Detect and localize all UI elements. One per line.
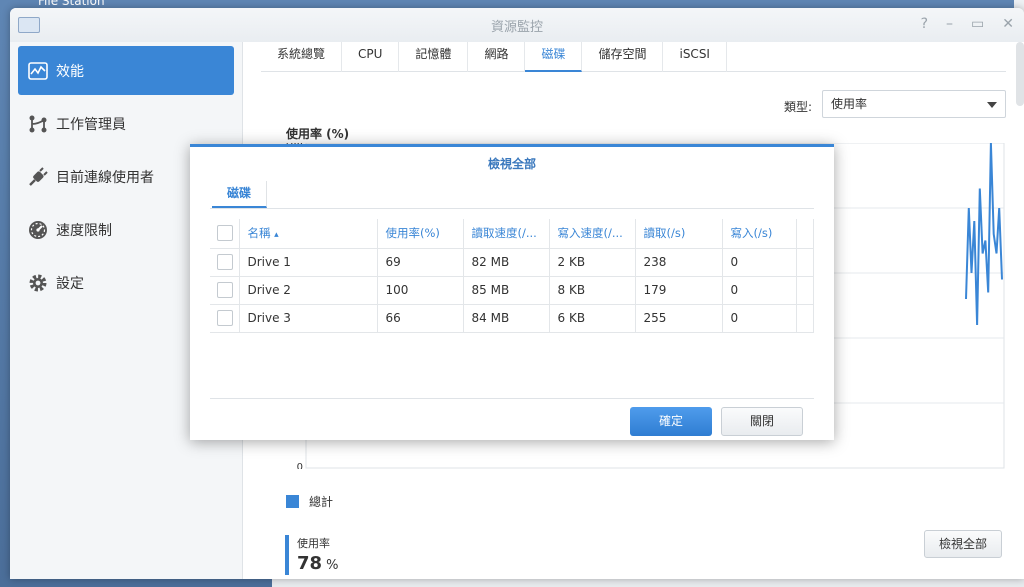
tab-cpu[interactable]: CPU xyxy=(342,42,400,72)
row-checkbox[interactable] xyxy=(217,310,233,326)
close-icon[interactable]: ✕ xyxy=(1002,16,1014,32)
cell-usage: 69 xyxy=(377,248,464,277)
cell-read-speed: 85 MB xyxy=(463,276,550,305)
resource-monitor-app-icon xyxy=(18,17,40,33)
view-all-dialog: 檢視全部 磁碟 名稱 ▴ 使用率(%) 讀取速度(/... 寫入速度(/... … xyxy=(190,144,834,440)
chevron-down-icon xyxy=(987,102,997,108)
cell-name: Drive 2 xyxy=(239,276,378,305)
dialog-title: 檢視全部 xyxy=(487,157,536,171)
cell-write-speed: 6 KB xyxy=(549,304,636,333)
chart-legend: 總計 xyxy=(286,493,333,510)
gear-icon xyxy=(28,273,48,293)
sidebar-item-task-manager[interactable]: 工作管理員 xyxy=(18,99,234,148)
cell-name: Drive 1 xyxy=(239,248,378,277)
table-header-row: 名稱 ▴ 使用率(%) 讀取速度(/... 寫入速度(/... 讀取(/s) 寫… xyxy=(210,219,814,249)
cell-usage: 100 xyxy=(377,276,464,305)
speedometer-icon xyxy=(28,220,48,240)
column-header-spacer xyxy=(796,219,814,249)
view-all-button[interactable]: 檢視全部 xyxy=(924,530,1002,558)
window-title: 資源監控 xyxy=(490,19,543,35)
select-all-checkbox[interactable] xyxy=(217,225,233,242)
dialog-tab-disk[interactable]: 磁碟 xyxy=(212,181,268,208)
table-row[interactable]: Drive 3 66 84 MB 6 KB 255 0 xyxy=(210,304,814,333)
column-header-write-speed[interactable]: 寫入速度(/... xyxy=(549,219,636,249)
cell-writes: 0 xyxy=(722,304,797,333)
sidebar-item-label: 工作管理員 xyxy=(56,116,126,133)
row-checkbox[interactable] xyxy=(217,282,233,298)
cell-writes: 0 xyxy=(722,276,797,305)
maximize-icon[interactable]: ▭ xyxy=(971,16,984,32)
close-button[interactable]: 關閉 xyxy=(721,407,803,436)
plug-icon xyxy=(28,166,48,187)
scrollbar[interactable] xyxy=(1016,42,1024,106)
cell-reads: 179 xyxy=(635,276,723,305)
background-bottom-bar xyxy=(272,578,1024,587)
cell-read-speed: 82 MB xyxy=(463,248,550,277)
sort-ascending-icon: ▴ xyxy=(274,230,279,241)
tab-overview[interactable]: 系統總覽 xyxy=(261,42,343,72)
disk-table: 名稱 ▴ 使用率(%) 讀取速度(/... 寫入速度(/... 讀取(/s) 寫… xyxy=(210,219,814,333)
tab-memory[interactable]: 記憶體 xyxy=(399,42,469,72)
legend-label: 總計 xyxy=(309,495,334,509)
cell-reads: 238 xyxy=(635,248,723,277)
task-manager-icon xyxy=(28,114,48,134)
usage-summary: 使用率 78% xyxy=(285,535,338,575)
tab-bar: 系統總覽 CPU 記憶體 網路 磁碟 儲存空間 iSCSI xyxy=(261,42,1006,72)
usage-label: 使用率 xyxy=(297,537,330,550)
type-label: 類型: xyxy=(784,100,813,114)
sidebar-item-label: 效能 xyxy=(56,63,84,80)
column-header-reads[interactable]: 讀取(/s) xyxy=(635,219,723,249)
sidebar-item-label: 設定 xyxy=(56,275,84,292)
background-app-title: File Station xyxy=(38,0,105,8)
column-header-name[interactable]: 名稱 ▴ xyxy=(239,219,378,249)
usage-unit: % xyxy=(326,558,339,573)
minimize-icon[interactable]: – xyxy=(946,16,953,32)
column-header-usage[interactable]: 使用率(%) xyxy=(377,219,464,249)
divider xyxy=(210,398,814,399)
cell-usage: 66 xyxy=(377,304,464,333)
divider xyxy=(210,208,814,209)
cell-write-speed: 2 KB xyxy=(549,248,636,277)
tab-iscsi[interactable]: iSCSI xyxy=(663,42,727,72)
tab-disk[interactable]: 磁碟 xyxy=(525,42,583,72)
cell-write-speed: 8 KB xyxy=(549,276,636,305)
tab-network[interactable]: 網路 xyxy=(468,42,526,72)
ok-button[interactable]: 確定 xyxy=(630,407,712,436)
type-select[interactable]: 使用率 xyxy=(822,90,1006,118)
type-select-value: 使用率 xyxy=(831,97,868,111)
legend-swatch xyxy=(286,495,299,508)
usage-value: 78 xyxy=(297,553,323,574)
window-titlebar[interactable]: 資源監控 ? – ▭ ✕ xyxy=(10,8,1024,42)
cell-name: Drive 3 xyxy=(239,304,378,333)
performance-chart-icon xyxy=(28,61,48,81)
table-row[interactable]: Drive 1 69 82 MB 2 KB 238 0 xyxy=(210,248,814,277)
cell-writes: 0 xyxy=(722,248,797,277)
sidebar-item-label: 目前連線使用者 xyxy=(56,169,154,186)
cell-reads: 255 xyxy=(635,304,723,333)
tab-storage[interactable]: 儲存空間 xyxy=(582,42,664,72)
table-row[interactable]: Drive 2 100 85 MB 8 KB 179 0 xyxy=(210,276,814,305)
y-tick-label: 0 xyxy=(297,462,303,469)
cell-read-speed: 84 MB xyxy=(463,304,550,333)
sidebar-item-performance[interactable]: 效能 xyxy=(18,46,234,95)
row-checkbox[interactable] xyxy=(217,254,233,270)
chart-title: 使用率 (%) xyxy=(286,127,350,141)
select-all-checkbox-cell[interactable] xyxy=(210,219,240,249)
column-header-read-speed[interactable]: 讀取速度(/... xyxy=(463,219,550,249)
help-icon[interactable]: ? xyxy=(921,16,928,32)
column-header-writes[interactable]: 寫入(/s) xyxy=(722,219,797,249)
sidebar-item-label: 速度限制 xyxy=(56,222,112,239)
